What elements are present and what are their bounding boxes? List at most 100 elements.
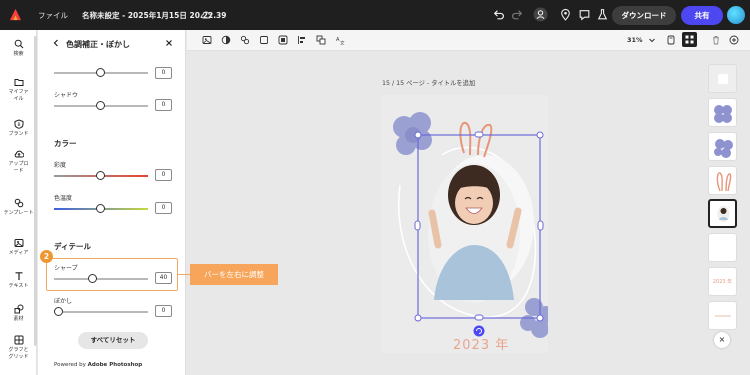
temperature-slider-thumb[interactable] [96, 204, 105, 213]
upload-icon [14, 150, 24, 158]
user-avatar[interactable] [727, 6, 745, 24]
page-label[interactable]: 15 / 15 ページ - タイトルを追加 [382, 78, 475, 87]
temperature-value-field[interactable]: 0 [155, 202, 172, 214]
search-icon [14, 39, 23, 49]
shadow-value-field[interactable]: 0 [155, 99, 172, 111]
rail-label-text: テキスト [8, 283, 29, 289]
flower-thumbnail-art [714, 105, 732, 123]
panel-header: 色調補正・ぼかし [38, 30, 185, 58]
file-menu[interactable]: ファイル [38, 10, 68, 21]
page-thumbnails: 2023 年 [702, 62, 742, 362]
page-thumbnail-1[interactable] [708, 64, 737, 93]
rail-label-elements: 素材 [13, 316, 24, 322]
rail-item-media[interactable]: メディア [0, 238, 37, 257]
location-pin-icon[interactable] [559, 8, 572, 21]
page-thumbnail-5-selected[interactable] [708, 199, 737, 228]
close-thumbnails-button[interactable]: × [714, 332, 730, 348]
step-badge: 2 [40, 250, 53, 263]
pages-icon[interactable] [666, 35, 676, 45]
page-thumbnail-3[interactable] [708, 132, 737, 161]
page-thumbnail-6[interactable] [708, 233, 737, 262]
slider-thumb-top[interactable] [96, 68, 105, 77]
template-icon [14, 198, 23, 208]
comment-icon[interactable] [578, 8, 591, 21]
value-field-top[interactable]: 0 [155, 67, 172, 79]
adjustments-panel: 色調補正・ぼかし 0 シャドウ 0 カラー 彩度 0 色温度 0 ディテール シ… [38, 30, 186, 375]
rail-label-brand: ブランド [8, 131, 29, 137]
trash-icon[interactable] [711, 35, 721, 45]
powered-by-prefix: Powered by [54, 362, 86, 368]
rail-item-brand[interactable]: B ブランド [0, 119, 37, 138]
rail-label-templates: テンプレート [3, 210, 34, 216]
blur-label: ぼかし [54, 298, 73, 305]
adjust-icon[interactable] [221, 35, 231, 45]
blur-slider-thumb[interactable] [54, 307, 63, 316]
artboard[interactable]: 2023 年 [382, 95, 555, 353]
crop-icon[interactable] [259, 35, 269, 45]
lab-flask-icon[interactable] [596, 8, 609, 21]
shadow-slider-thumb[interactable] [96, 101, 105, 110]
blur-slider-track[interactable] [54, 311, 148, 313]
zoom-chevron-down-icon[interactable] [648, 36, 656, 44]
page-thumbnail-7[interactable]: 2023 年 [708, 267, 737, 296]
rail-scrollbar[interactable] [34, 36, 37, 346]
replace-image-icon[interactable] [202, 35, 212, 45]
grid-view-icon[interactable] [682, 32, 697, 47]
rail-item-templates[interactable]: テンプレート [0, 198, 37, 217]
brand-icon: B [14, 119, 23, 129]
panel-scrollbar[interactable] [185, 110, 186, 370]
detail-section-heading: ディテール [54, 242, 91, 251]
saturation-slider-thumb[interactable] [96, 171, 105, 180]
powered-by: Powered by Adobe Photoshop [54, 362, 142, 368]
year-text[interactable]: 2023 年 [453, 334, 509, 353]
blur-value-field[interactable]: 0 [155, 305, 172, 317]
temperature-label: 色温度 [54, 195, 73, 202]
undo-icon[interactable] [492, 8, 505, 21]
media-icon [14, 239, 23, 247]
rail-item-text[interactable]: テキスト [0, 271, 37, 290]
rail-label-search: 検索 [13, 51, 24, 57]
callout-connector [178, 274, 190, 276]
rail-label-upload: アップロード [8, 161, 29, 174]
bunny-ears-thumbnail-art [716, 172, 732, 192]
align-icon[interactable] [297, 35, 307, 45]
account-icon[interactable] [533, 7, 548, 22]
rail-item-search[interactable]: 検索 [0, 39, 37, 58]
folder-icon [14, 79, 23, 86]
rail-item-elements[interactable]: 素材 [0, 304, 37, 323]
page-thumbnail-2[interactable] [708, 98, 737, 127]
download-button[interactable]: ダウンロード [612, 6, 676, 25]
rail-item-upload[interactable]: アップロード [0, 149, 37, 174]
layers-icon[interactable] [316, 35, 326, 45]
back-chevron-icon[interactable] [52, 39, 60, 47]
powered-by-brand: Adobe Photoshop [87, 362, 143, 368]
shadow-label: シャドウ [54, 92, 79, 99]
svg-text:B: B [17, 122, 20, 128]
top-bar: ファイル 名称未設定 - 2025年1月15日 20.22.39 ダウンロード … [0, 0, 750, 30]
grid-icon [14, 335, 23, 345]
flower-decoration-top [393, 112, 432, 155]
saturation-label: 彩度 [54, 162, 67, 169]
photo-thumbnail-art [717, 206, 730, 222]
page-thumbnail-4[interactable] [708, 166, 737, 195]
rail-item-my-files[interactable]: マイファイル [0, 77, 37, 102]
highlight-box [46, 258, 178, 291]
zoom-level[interactable]: 31% [627, 36, 643, 44]
frame-icon[interactable] [278, 35, 288, 45]
reset-all-button[interactable]: すべてリセット [78, 332, 148, 349]
effects-icon[interactable] [240, 35, 250, 45]
artboard-artwork [393, 112, 555, 338]
cloud-sync-icon[interactable] [200, 9, 212, 21]
close-icon[interactable] [165, 39, 173, 47]
flower-thumbnail-art-2 [714, 139, 733, 158]
add-page-icon[interactable] [729, 35, 739, 45]
color-section-heading: カラー [54, 139, 77, 148]
rail-label-media: メディア [8, 250, 29, 256]
share-button[interactable]: 共有 [681, 6, 723, 25]
saturation-value-field[interactable]: 0 [155, 169, 172, 181]
translate-icon[interactable]: A文 [335, 35, 345, 45]
rail-item-grids[interactable]: グラフとグリッド [0, 335, 37, 360]
page-thumbnail-8[interactable] [708, 301, 737, 330]
redo-icon[interactable] [511, 8, 524, 21]
adobe-express-logo-icon[interactable] [9, 8, 22, 21]
